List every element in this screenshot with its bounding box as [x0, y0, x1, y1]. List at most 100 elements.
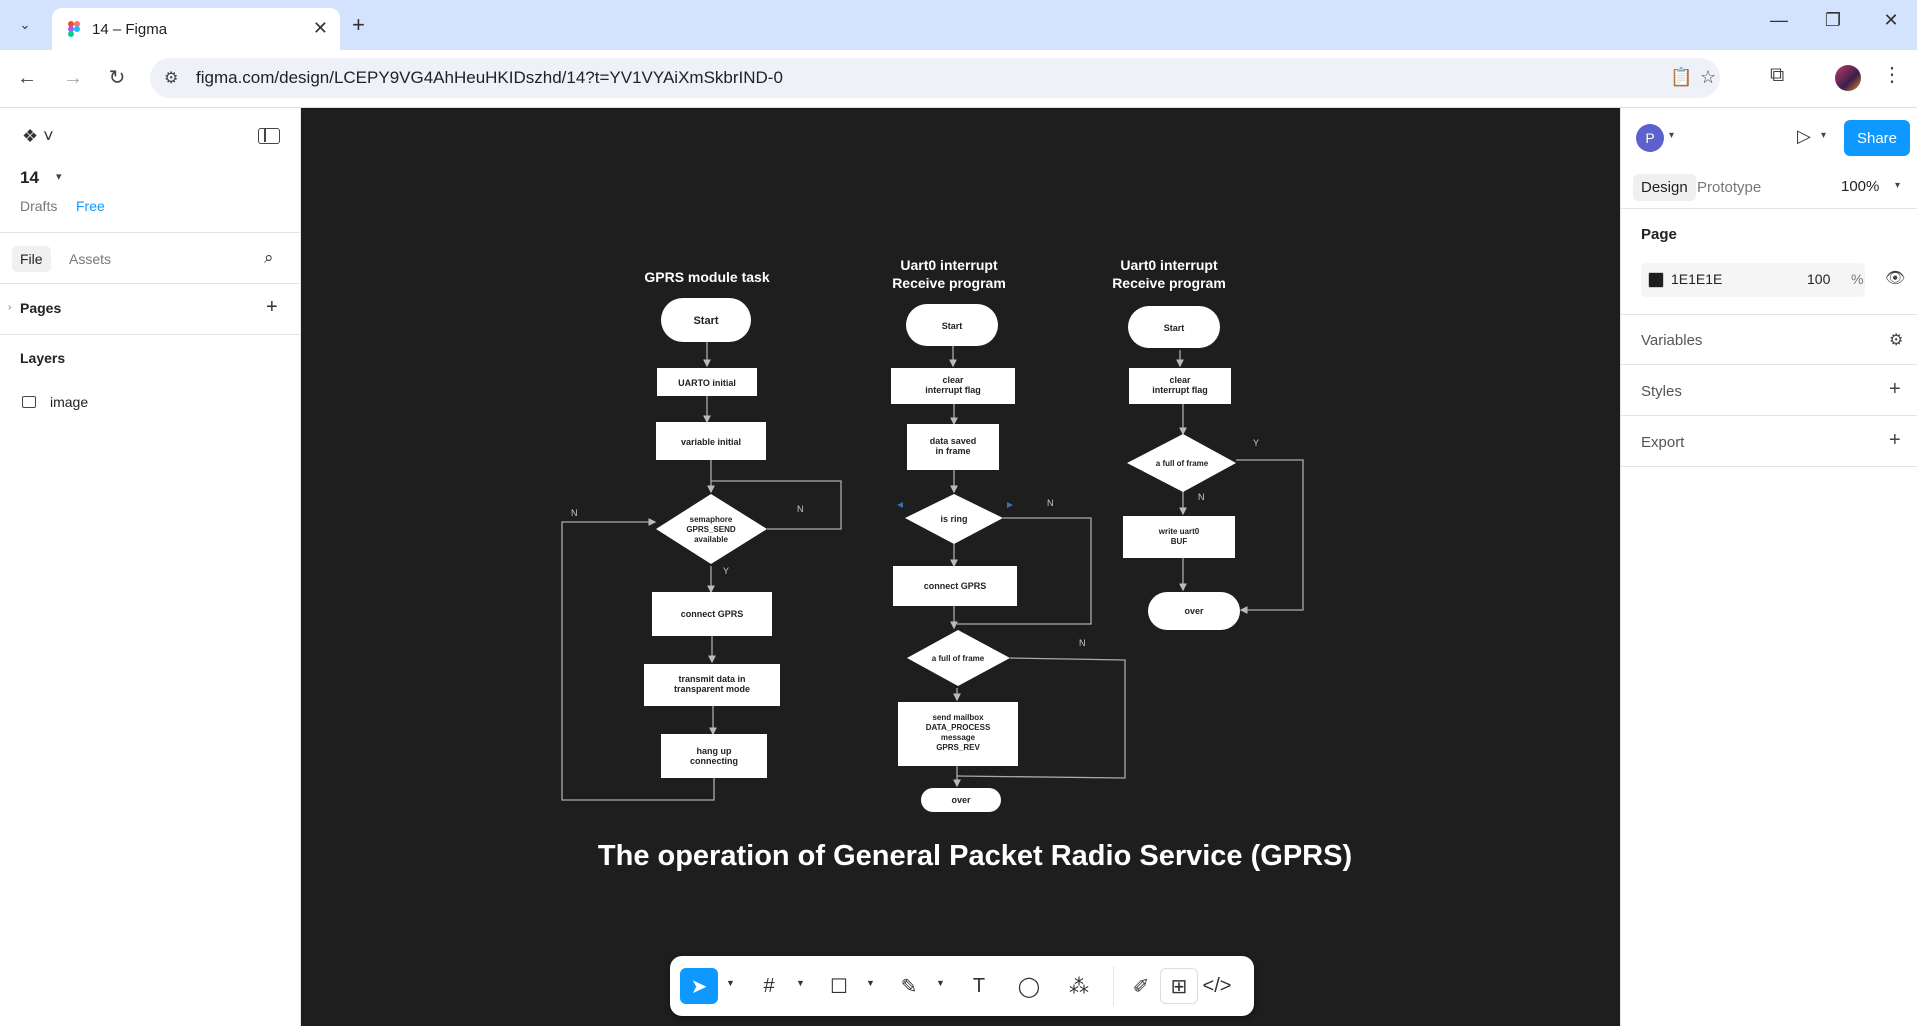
chevron-down-icon[interactable]: ▼: [936, 978, 945, 988]
col2-clear-label: interrupt flag: [925, 385, 981, 395]
file-name[interactable]: 14: [20, 168, 39, 188]
col3-write-label: BUF: [1171, 537, 1188, 546]
file-location[interactable]: Drafts: [20, 198, 57, 214]
chevron-down-icon[interactable]: ▼: [796, 978, 805, 988]
figma-main-menu-icon[interactable]: ❖ ˅: [22, 126, 54, 147]
address-bar: ← → ↻ ⚙ figma.com/design/LCEPY9VG4AhHeuH…: [0, 50, 1917, 108]
visibility-eye-icon[interactable]: 👁: [1885, 268, 1905, 288]
omnibox[interactable]: ⚙ figma.com/design/LCEPY9VG4AhHeuHKIDszh…: [150, 58, 1720, 98]
design-mode-icon[interactable]: ⊞: [1160, 968, 1198, 1004]
forward-icon[interactable]: →: [60, 65, 86, 91]
minimize-icon[interactable]: —: [1764, 10, 1794, 31]
col1-step-label: variable initial: [681, 437, 741, 447]
variables-settings-icon[interactable]: ⚙: [1889, 330, 1903, 350]
new-tab-button[interactable]: +: [352, 12, 365, 38]
url-text[interactable]: figma.com/design/LCEPY9VG4AhHeuHKIDszhd/…: [196, 68, 783, 88]
col3-clear-label: interrupt flag: [1152, 385, 1208, 395]
chevron-down-icon[interactable]: ▼: [866, 978, 875, 988]
col1-label-n: N: [797, 504, 804, 514]
chevron-down-icon[interactable]: ▾: [1821, 130, 1826, 141]
text-tool-icon[interactable]: T: [960, 968, 998, 1004]
add-export-icon[interactable]: +: [1889, 429, 1901, 452]
col3-clear-label: clear: [1169, 375, 1191, 385]
tab-search-chevron-icon[interactable]: ⌄: [12, 12, 38, 38]
col1-decision-label: semaphore: [690, 515, 733, 524]
col3-decision-label: a full of frame: [1156, 459, 1209, 468]
extensions-icon[interactable]: ⧉: [1770, 64, 1784, 87]
zoom-level[interactable]: 100%: [1841, 178, 1879, 195]
chevron-down-icon[interactable]: ▾: [1669, 130, 1674, 141]
tab-assets[interactable]: Assets: [61, 246, 119, 272]
window-close-icon[interactable]: ✕: [1876, 10, 1906, 31]
variables-section-title[interactable]: Variables: [1641, 332, 1702, 349]
col1-decision-label: available: [694, 535, 728, 544]
chevron-right-icon[interactable]: ›: [8, 302, 11, 313]
divider: [1621, 415, 1917, 416]
col1-start-label: Start: [693, 315, 718, 327]
col2-mailbox-label: GPRS_REV: [936, 743, 980, 752]
col3-label-n: N: [1198, 492, 1205, 502]
page-section-title: Page: [1641, 226, 1677, 243]
col3-title: Receive program: [1112, 275, 1226, 291]
move-tool-icon[interactable]: ➤: [680, 968, 718, 1004]
draw-mode-icon[interactable]: ✐: [1122, 968, 1160, 1004]
actions-tool-icon[interactable]: ⁂: [1060, 968, 1098, 1004]
col2-saved-label: data saved: [930, 436, 977, 446]
page-color-hex[interactable]: 1E1E1E: [1671, 271, 1722, 287]
divider: [1621, 208, 1917, 209]
divider: [1621, 364, 1917, 365]
page-color-opacity[interactable]: 100: [1807, 271, 1830, 287]
plan-badge[interactable]: Free: [76, 198, 105, 214]
avatar[interactable]: P: [1636, 124, 1664, 152]
bookmark-star-icon[interactable]: ☆: [1700, 67, 1716, 88]
col1-label-y: Y: [723, 566, 729, 576]
col1-step-label: UARTO initial: [678, 378, 736, 388]
tab-close-icon[interactable]: ✕: [313, 18, 328, 39]
divider: [0, 334, 301, 335]
back-icon[interactable]: ←: [14, 65, 40, 91]
col1-transmit-label: transparent mode: [674, 684, 750, 694]
frame-tool-icon[interactable]: #: [750, 968, 788, 1004]
pen-tool-icon[interactable]: ✎: [890, 968, 928, 1004]
col1-label-n: N: [571, 508, 578, 518]
rectangle-tool-icon[interactable]: ☐: [820, 968, 858, 1004]
search-icon[interactable]: ⌕: [264, 248, 274, 268]
share-button[interactable]: Share: [1844, 120, 1910, 156]
present-play-icon[interactable]: ▷: [1797, 126, 1811, 147]
col2-decision-label: a full of frame: [932, 654, 985, 663]
col2-title: Receive program: [892, 275, 1006, 291]
dev-mode-icon[interactable]: </>: [1198, 968, 1236, 1004]
styles-section-title[interactable]: Styles: [1641, 383, 1682, 400]
pages-section[interactable]: › Pages +: [0, 292, 301, 328]
reload-icon[interactable]: ↻: [104, 65, 130, 91]
toggle-sidebar-icon[interactable]: [258, 128, 280, 144]
site-info-icon[interactable]: ⚙: [164, 68, 178, 88]
flowchart-image[interactable]: GPRS module task Start UARTO initial var…: [301, 108, 1620, 1026]
browser-menu-icon[interactable]: ⋮: [1882, 62, 1902, 87]
bottom-toolbar: ➤ ▼ # ▼ ☐ ▼ ✎ ▼ T ◯ ⁂ ✐ ⊞ </>: [670, 956, 1254, 1016]
layer-name[interactable]: image: [50, 394, 88, 410]
layer-item[interactable]: image: [0, 390, 301, 418]
design-canvas[interactable]: GPRS module task Start UARTO initial var…: [301, 108, 1620, 1026]
tab-file[interactable]: File: [12, 246, 51, 272]
export-section-title[interactable]: Export: [1641, 434, 1684, 451]
chevron-down-icon[interactable]: ▼: [726, 978, 735, 988]
add-style-icon[interactable]: +: [1889, 378, 1901, 401]
page-color-swatch[interactable]: [1648, 272, 1664, 288]
tab-design[interactable]: Design: [1633, 174, 1696, 201]
col3-title: Uart0 interrupt: [1120, 257, 1218, 273]
restore-icon[interactable]: ❐: [1818, 10, 1848, 31]
browser-profile-avatar[interactable]: [1835, 65, 1861, 91]
browser-tab[interactable]: 14 – Figma ✕: [52, 8, 340, 50]
add-page-icon[interactable]: +: [266, 296, 278, 319]
tab-prototype[interactable]: Prototype: [1689, 174, 1769, 201]
clipboard-icon[interactable]: 📋: [1670, 67, 1692, 88]
comment-tool-icon[interactable]: ◯: [1010, 968, 1048, 1004]
col1-decision-label: GPRS_SEND: [686, 525, 736, 534]
chevron-down-icon[interactable]: ▾: [1895, 180, 1900, 191]
file-menu-chevron-icon[interactable]: ▾: [56, 170, 62, 183]
flowchart-caption: The operation of General Packet Radio Se…: [598, 840, 1352, 872]
col1-transmit-label: transmit data in: [678, 674, 745, 684]
col1-hangup-label: hang up: [697, 746, 732, 756]
col1-hangup-label: connecting: [690, 756, 738, 766]
